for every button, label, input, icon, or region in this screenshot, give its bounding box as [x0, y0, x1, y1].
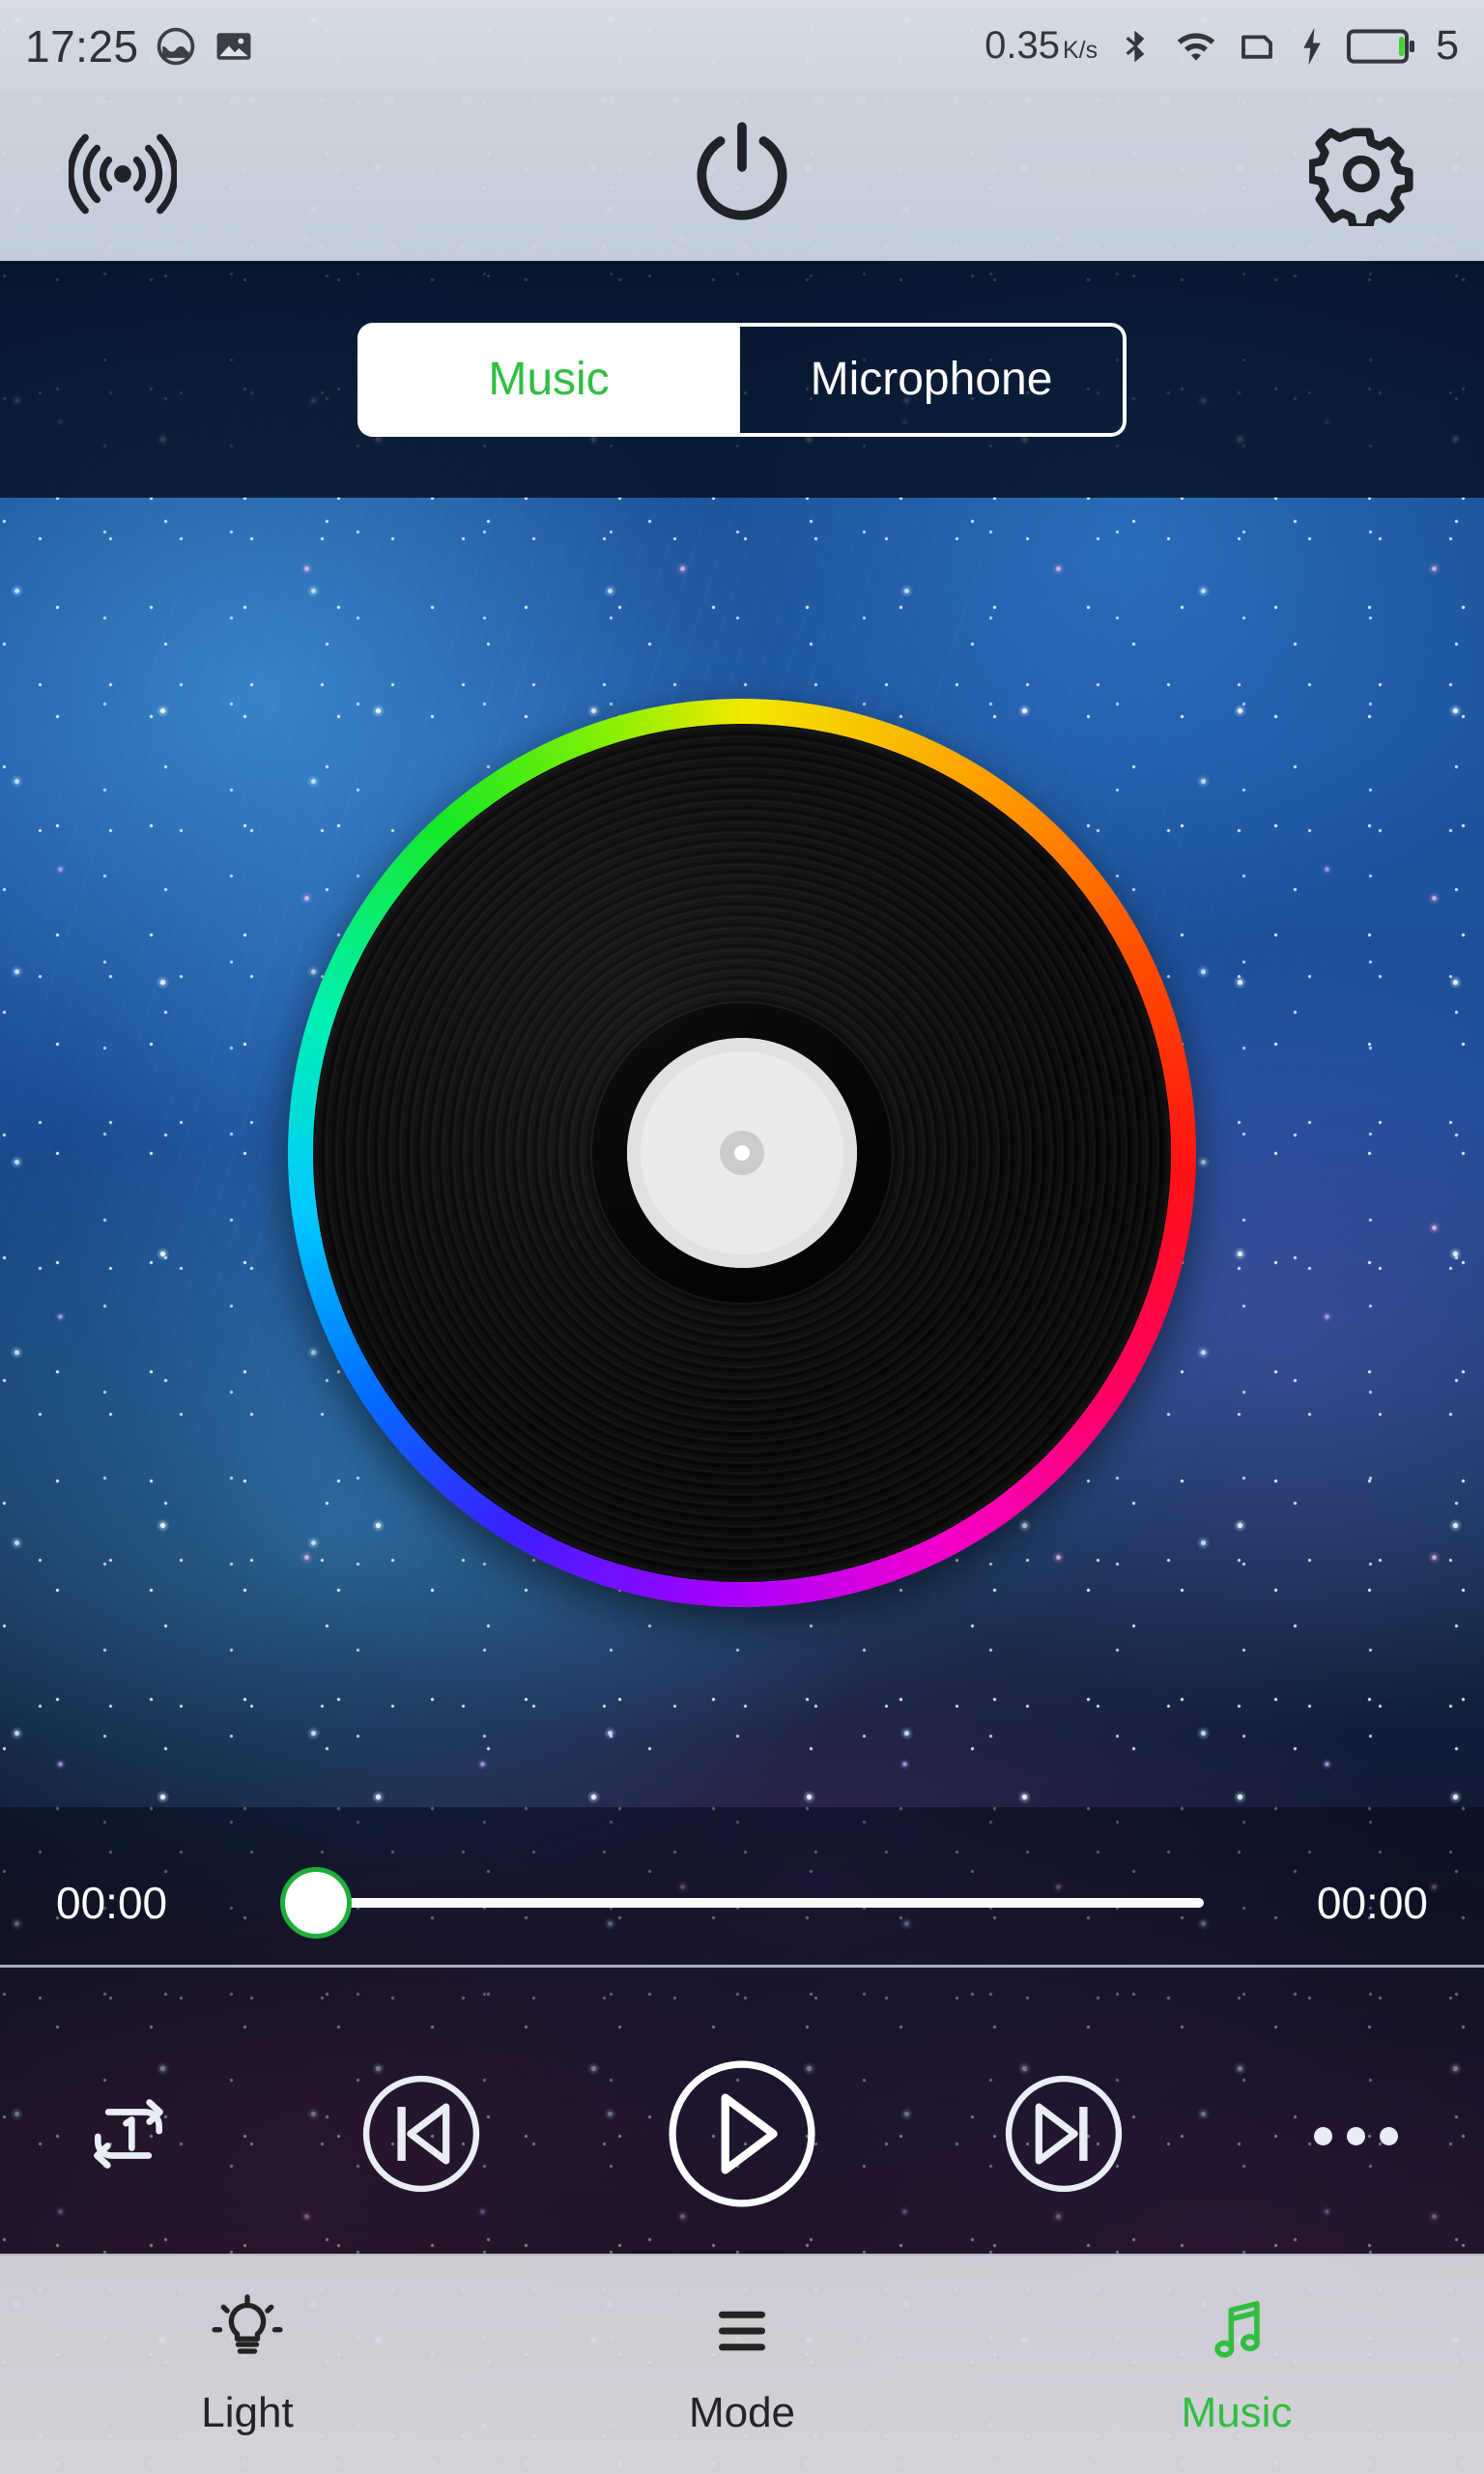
total-time: 00:00: [1316, 1878, 1428, 1928]
mode-segmented-control: Music Microphone: [357, 322, 1127, 437]
seek-slider[interactable]: [280, 1867, 1204, 1939]
battery-percent: 5: [1436, 22, 1459, 69]
network-speed-value: 0.35: [985, 24, 1060, 67]
repeat-button[interactable]: [75, 2083, 182, 2189]
progress-row: 00:00 00:00: [0, 1841, 1484, 1965]
nav-label-light: Light: [201, 2389, 294, 2436]
network-speed-unit: K/s: [1062, 37, 1099, 64]
playback-controls: [0, 2025, 1484, 2247]
power-button[interactable]: [679, 114, 805, 240]
play-button[interactable]: [660, 2054, 824, 2218]
panel-divider: [0, 1965, 1484, 1968]
repeat-one-icon: [80, 2086, 177, 2187]
vinyl-spindle-hole: [734, 1144, 750, 1161]
status-time: 17:25: [25, 20, 139, 72]
bluetooth-icon: [1117, 27, 1156, 66]
power-icon: [683, 115, 801, 238]
status-bar-left: 17:25: [25, 20, 255, 72]
music-note-icon: [1200, 2292, 1273, 2368]
nav-label-mode: Mode: [688, 2389, 796, 2436]
top-toolbar: [0, 92, 1484, 261]
nav-label-music: Music: [1181, 2389, 1293, 2436]
bottom-navigation: Light Mode Music: [0, 2254, 1484, 2474]
app-root: 17:25 0.35 K/s 5 Music Microphone 00:00 …: [0, 0, 1484, 2474]
do-not-disturb-icon: [155, 25, 197, 68]
vinyl-record[interactable]: [288, 698, 1196, 1607]
skip-previous-icon: [357, 2069, 486, 2203]
lightbulb-icon: [211, 2292, 284, 2368]
status-bar-right: 0.35 K/s 5: [985, 22, 1459, 70]
album-art-area: [0, 498, 1484, 1807]
tab-band: Music Microphone: [0, 261, 1484, 498]
skip-next-icon: [999, 2069, 1128, 2203]
screenshot-image-icon: [213, 25, 255, 68]
dot-1: [1313, 2126, 1332, 2145]
menu-lines-icon: [705, 2292, 779, 2368]
play-icon: [662, 2054, 822, 2219]
vinyl-grooves: [313, 723, 1171, 1582]
next-button[interactable]: [996, 2068, 1131, 2203]
elapsed-time: 00:00: [56, 1878, 168, 1928]
tab-music[interactable]: Music: [357, 322, 740, 437]
network-speed: 0.35 K/s: [985, 24, 1098, 68]
settings-button[interactable]: [1298, 114, 1424, 240]
broadcast-icon: [67, 120, 179, 233]
wifi-icon: [1175, 25, 1217, 68]
charging-bolt-icon: [1297, 26, 1327, 67]
vinyl-inner-void: [592, 1002, 892, 1303]
nav-item-mode[interactable]: Mode: [495, 2256, 989, 2474]
previous-button[interactable]: [354, 2068, 489, 2203]
nav-item-music[interactable]: Music: [989, 2256, 1484, 2474]
sim-card-icon: [1237, 26, 1277, 67]
vinyl-center-label: [627, 1037, 857, 1268]
broadcast-button[interactable]: [60, 114, 186, 240]
vinyl-label-ring: [720, 1130, 764, 1175]
dot-2: [1346, 2126, 1365, 2145]
seek-thumb[interactable]: [280, 1867, 352, 1939]
more-options-icon: [1313, 2126, 1398, 2145]
status-bar: 17:25 0.35 K/s 5: [0, 0, 1484, 92]
nav-item-light[interactable]: Light: [0, 2256, 495, 2474]
tab-microphone[interactable]: Microphone: [740, 322, 1127, 437]
more-button[interactable]: [1302, 2083, 1409, 2189]
gear-icon: [1306, 122, 1413, 232]
seek-track[interactable]: [325, 1898, 1204, 1908]
dot-3: [1379, 2126, 1398, 2145]
battery-icon: [1347, 27, 1416, 66]
